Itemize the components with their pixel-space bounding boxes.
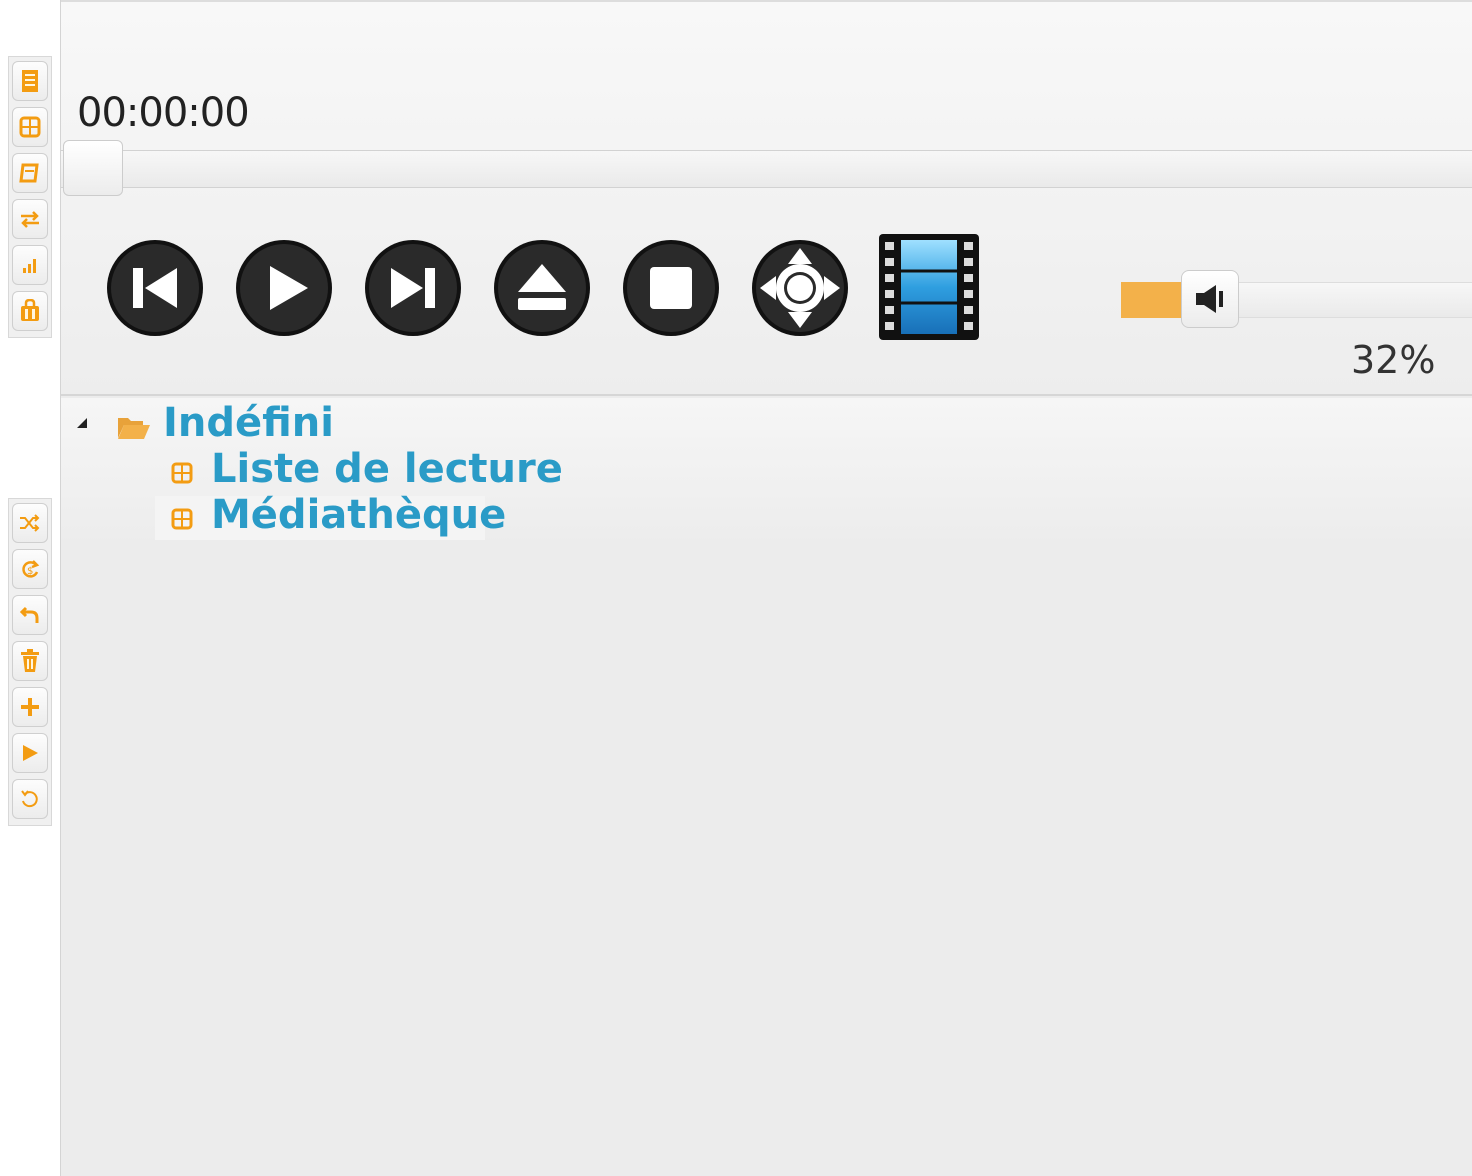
shuffle-button[interactable] <box>12 503 48 543</box>
main-panel: 00:00:00 32% Indéfini Liste de lecture M… <box>60 0 1472 1176</box>
grid-icon <box>171 462 193 484</box>
playlist-button[interactable] <box>12 153 48 193</box>
grid-icon <box>19 116 41 138</box>
add-icon <box>21 698 39 716</box>
bag-button[interactable] <box>12 291 48 331</box>
repeat-arrows-icon <box>21 211 39 228</box>
player-area: 00:00:00 32% <box>61 0 1472 396</box>
playlist-icon <box>19 163 39 183</box>
grid-button[interactable] <box>12 107 48 147</box>
play-button[interactable] <box>234 238 334 338</box>
refresh-button[interactable] <box>12 779 48 819</box>
volume-percent: 32% <box>1351 338 1436 382</box>
eject-button[interactable] <box>492 238 592 338</box>
add-button[interactable] <box>12 687 48 727</box>
tree-root-label[interactable]: Indéfini <box>163 400 334 446</box>
stop-icon <box>623 240 719 336</box>
play-icon <box>236 240 332 336</box>
signal-bars-icon <box>23 259 36 273</box>
volume-thumb[interactable] <box>1181 270 1239 328</box>
eject-icon <box>494 240 590 336</box>
undo-icon <box>19 606 39 623</box>
document-button[interactable] <box>12 61 48 101</box>
fullscreen-button[interactable] <box>750 238 850 338</box>
video-film-button[interactable] <box>879 234 979 340</box>
open-folder-icon <box>118 418 150 439</box>
fullscreen-icon <box>752 240 848 336</box>
loop-button[interactable]: $ <box>12 549 48 589</box>
seek-thumb[interactable] <box>63 140 123 196</box>
refresh-icon <box>21 790 38 808</box>
grid-icon <box>171 508 193 530</box>
bottom-side-toolbar: $ <box>8 498 52 826</box>
volume-fill <box>1121 282 1184 318</box>
stop-button[interactable] <box>621 238 721 338</box>
repeat-arrows-button[interactable] <box>12 199 48 239</box>
svg-text:$: $ <box>27 566 33 577</box>
top-side-toolbar <box>8 56 52 338</box>
speaker-icon <box>1196 285 1223 313</box>
play-small-icon <box>23 745 38 761</box>
tree-item-playlist[interactable]: Liste de lecture <box>155 446 563 494</box>
delete-button[interactable] <box>12 641 48 681</box>
next-icon <box>365 240 461 336</box>
library-tree: Indéfini Liste de lecture Médiathèque <box>61 398 1472 548</box>
tree-item-library[interactable]: Médiathèque <box>155 492 506 540</box>
previous-button[interactable] <box>105 238 205 338</box>
tree-item-label: Médiathèque <box>211 492 507 538</box>
document-icon <box>22 70 38 92</box>
shuffle-icon <box>20 514 40 532</box>
video-film-icon <box>879 234 979 340</box>
signal-bars-button[interactable] <box>12 245 48 285</box>
previous-icon <box>107 240 203 336</box>
seek-bar[interactable] <box>61 150 1472 188</box>
loop-icon: $ <box>22 560 40 578</box>
trash-icon <box>21 649 39 672</box>
play-small-button[interactable] <box>12 733 48 773</box>
tree-item-label: Liste de lecture <box>211 446 563 492</box>
next-button[interactable] <box>363 238 463 338</box>
undo-button[interactable] <box>12 595 48 635</box>
bag-icon <box>21 299 39 321</box>
collapse-arrow-icon[interactable] <box>75 416 89 430</box>
time-display: 00:00:00 <box>77 90 250 136</box>
